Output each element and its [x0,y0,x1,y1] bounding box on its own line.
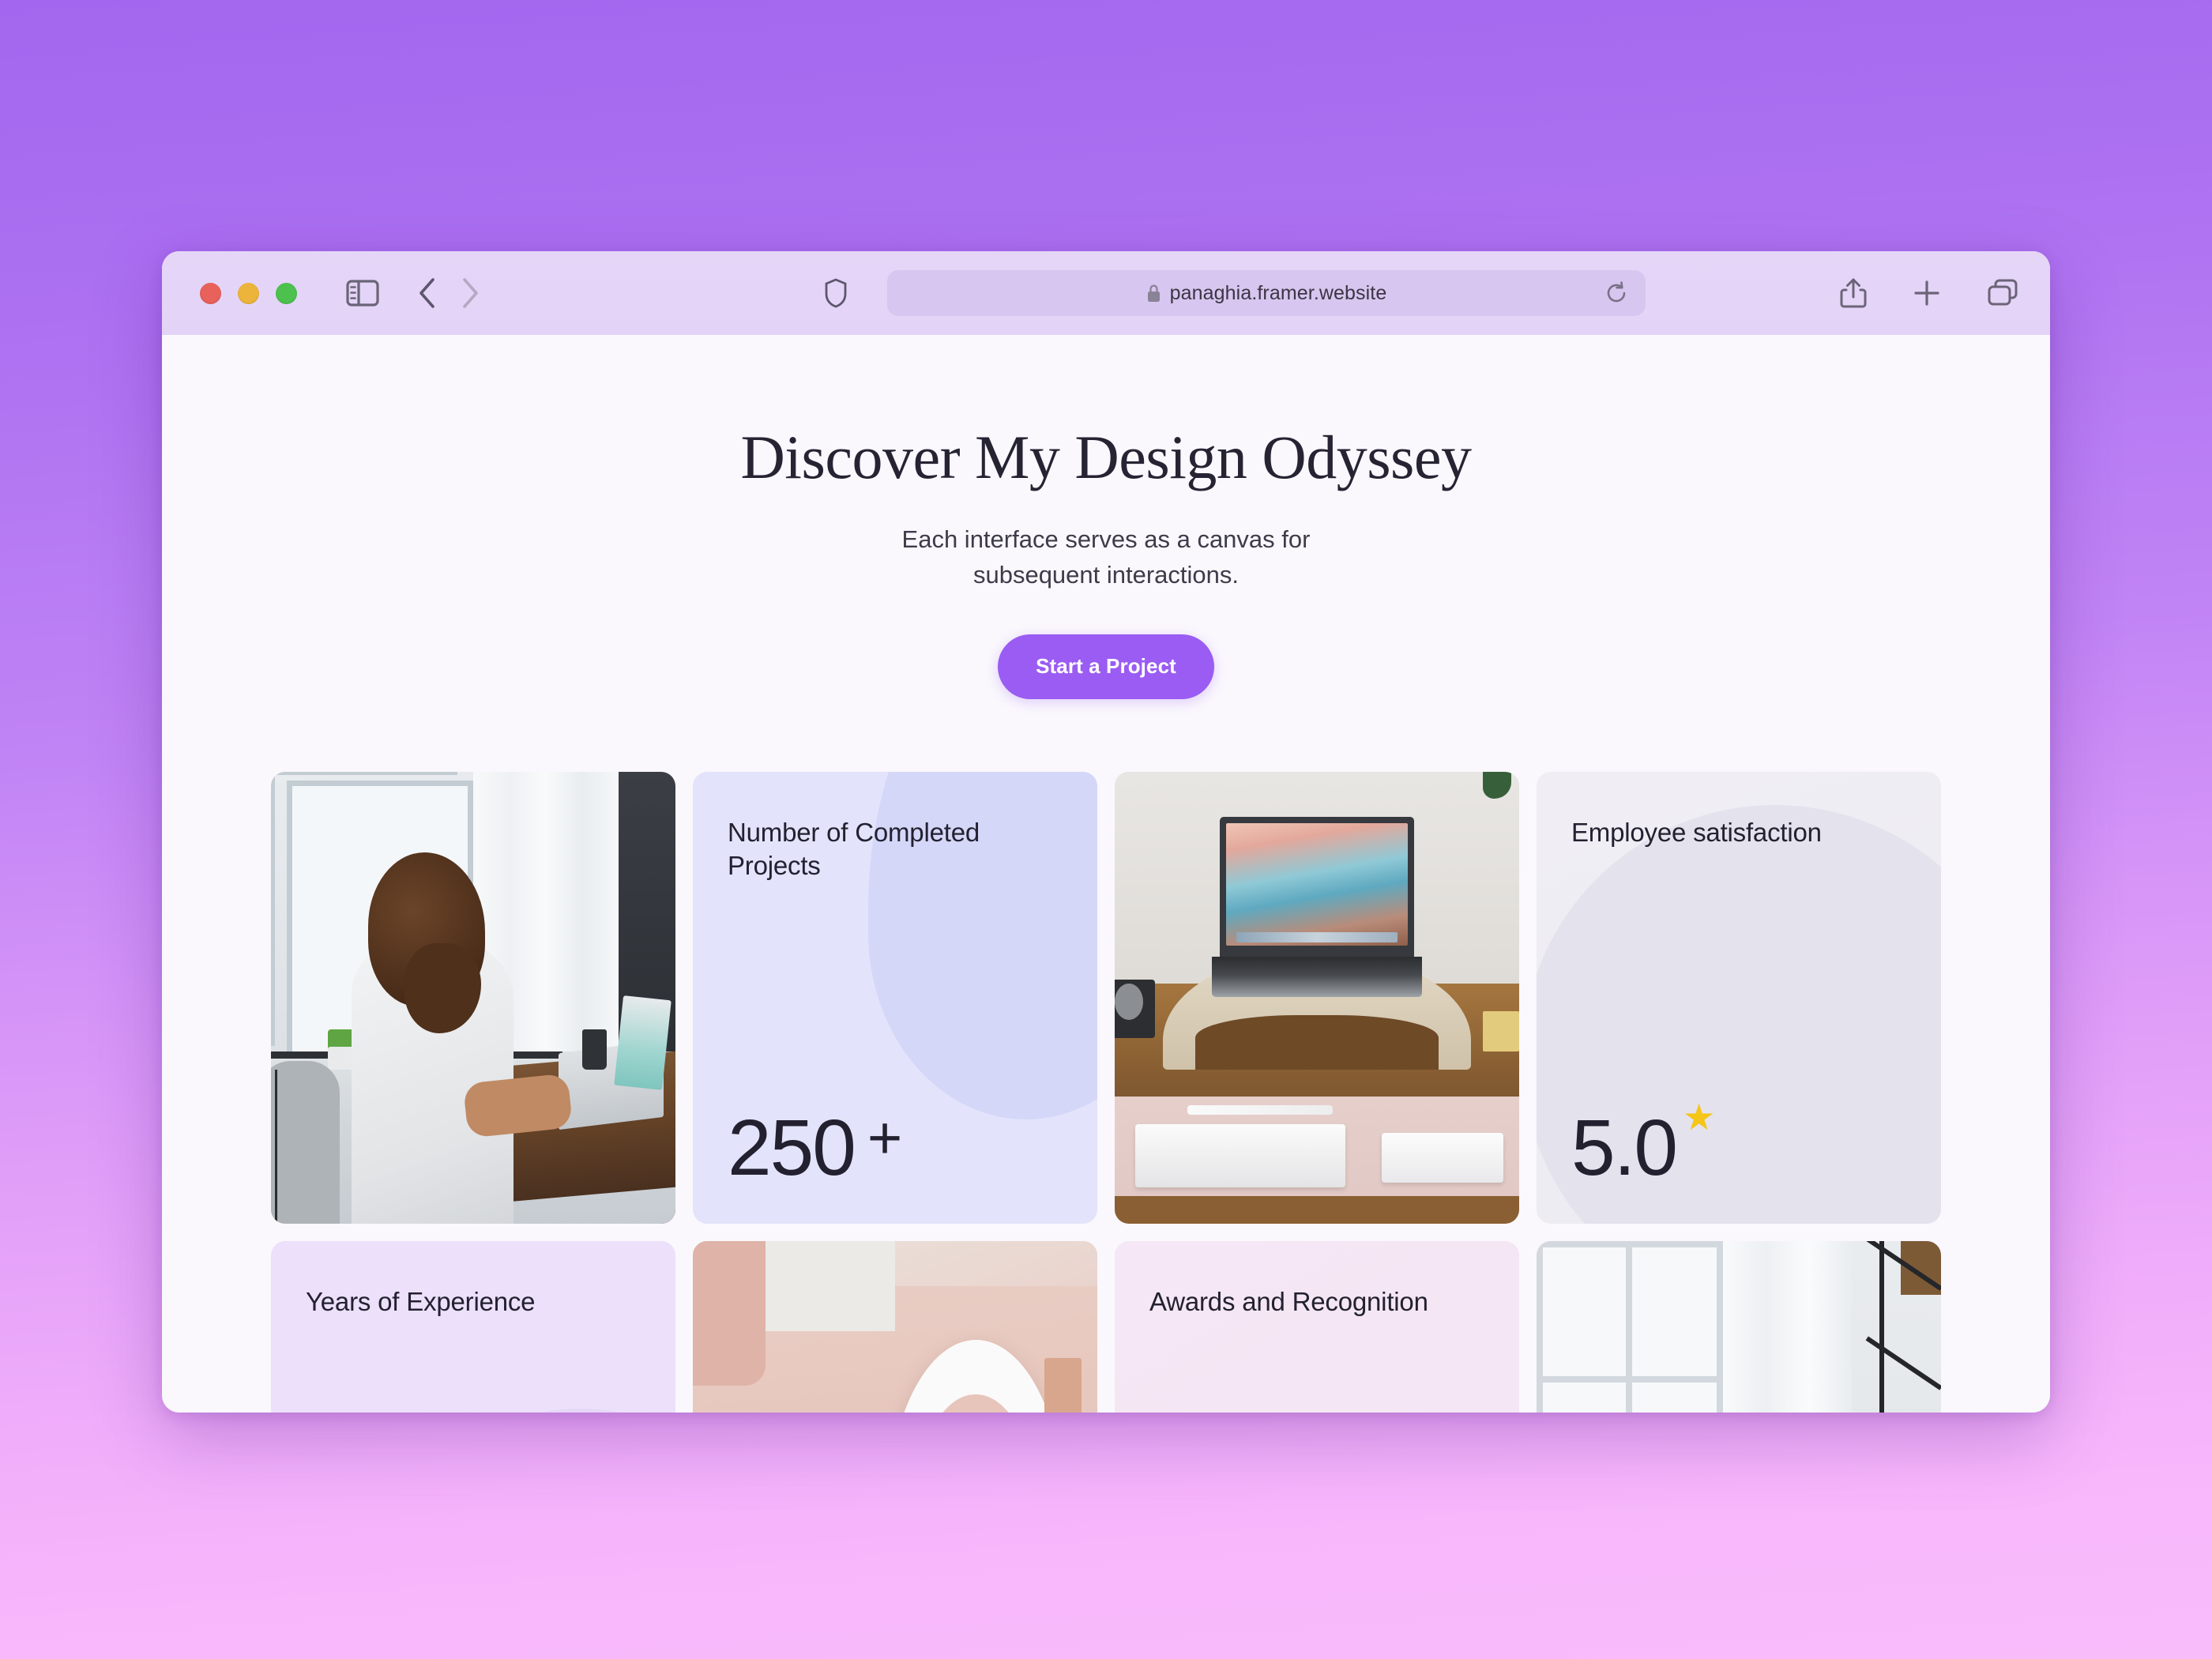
close-button[interactable] [200,282,221,304]
sidebar-toggle-icon[interactable] [346,280,379,307]
page-title: Discover My Design Odyssey [740,423,1472,491]
toolbar-actions [1840,277,2018,309]
stat-years-experience-card[interactable]: Years of Experience [271,1240,675,1413]
photo-portrait-window-card[interactable] [1537,1240,1941,1413]
hero-subtitle-line-1: Each interface serves as a canvas for [901,525,1311,553]
photo-desk-setup-card[interactable] [1115,771,1519,1224]
stat-completed-projects-card[interactable]: Number of Completed Projects 250 + [693,771,1097,1224]
new-tab-icon[interactable] [1913,279,1941,307]
hero-subtitle-line-2: subsequent interactions. [972,561,1240,589]
browser-window: panaghia.framer.website Discover My Desi… [162,251,2050,1413]
stat-awards-recognition-card[interactable]: Awards and Recognition [1115,1240,1519,1413]
browser-toolbar: panaghia.framer.website [162,251,2050,335]
card-decor-blob [375,1408,675,1413]
address-bar[interactable]: panaghia.framer.website [887,270,1646,316]
share-icon[interactable] [1840,277,1867,309]
stat-value: 250 [728,1103,856,1192]
photo-headphones-card[interactable] [693,1240,1097,1413]
hero-subtitle: Each interface serves as a canvas for su… [162,521,2050,593]
stat-value-wrap: 5.0 ★ [1571,1099,1715,1192]
maximize-button[interactable] [276,282,297,304]
stat-label: Number of Completed Projects [728,817,980,880]
stat-value-wrap: 250 + [728,1108,902,1187]
back-arrow-icon[interactable] [417,276,438,310]
privacy-shield-icon[interactable] [824,278,848,308]
start-a-project-button[interactable]: Start a Project [998,634,1214,699]
star-icon: ★ [1683,1096,1715,1138]
hero-section: Discover My Design Odyssey Each interfac… [162,335,2050,699]
stat-label: Awards and Recognition [1149,1286,1428,1316]
photo-woman-laptop-card[interactable] [271,771,675,1224]
photo-headphones-image [693,1240,1097,1413]
reload-icon[interactable] [1604,281,1628,305]
stat-label: Employee satisfaction [1571,817,1822,847]
window-controls [200,282,297,304]
url-text: panaghia.framer.website [1169,281,1387,304]
stats-card-grid: Number of Completed Projects 250 + Emplo… [162,771,2050,1413]
forward-arrow-icon[interactable] [460,276,480,310]
stat-label: Years of Experience [306,1286,536,1316]
stat-value: 5.0 [1571,1103,1678,1192]
photo-portrait-window-image [1537,1240,1941,1413]
lock-icon [1146,284,1161,303]
minimize-button[interactable] [238,282,259,304]
photo-woman-laptop-image [271,771,675,1224]
tab-overview-icon[interactable] [1987,278,2018,308]
page-viewport: Discover My Design Odyssey Each interfac… [162,335,2050,1413]
photo-desk-setup-image [1115,771,1519,1224]
stat-employee-satisfaction-card[interactable]: Employee satisfaction 5.0 ★ [1537,771,1941,1224]
stat-suffix: + [867,1104,903,1172]
